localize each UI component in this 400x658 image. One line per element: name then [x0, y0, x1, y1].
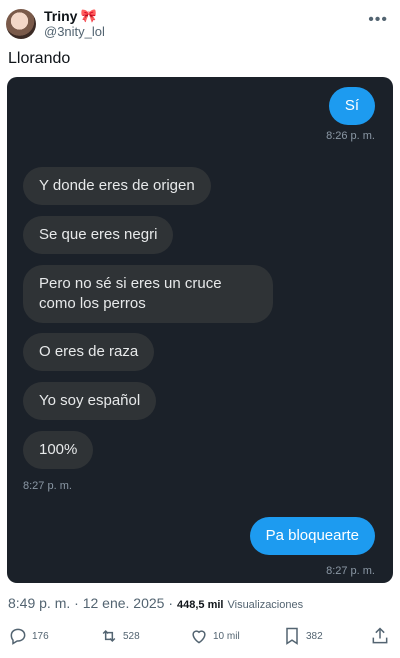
- reply-icon: [10, 628, 26, 645]
- display-name-text[interactable]: Triny: [44, 8, 77, 24]
- attached-chat-screenshot[interactable]: Sí 8:26 p. m. Y donde eres de origen Se …: [7, 77, 393, 583]
- repost-icon: [102, 629, 116, 643]
- outgoing-message: Pa bloquearte: [249, 517, 375, 555]
- incoming-message: 100%: [23, 431, 94, 469]
- user-handle[interactable]: @3nity_lol: [44, 24, 105, 40]
- views-count: 448,5 mil: [177, 599, 224, 611]
- views-label: Visualizaciones: [227, 599, 304, 611]
- share-icon: [372, 627, 388, 644]
- bookmark-button[interactable]: 382: [282, 626, 323, 646]
- like-button[interactable]: 10 mil: [189, 626, 240, 646]
- message-timestamp: 8:26 p. m.: [326, 130, 375, 142]
- heart-icon: [192, 630, 206, 644]
- outgoing-message: Sí: [328, 87, 375, 125]
- action-bar: 176 528 10 mil 382: [0, 626, 400, 650]
- incoming-message: Pero no sé si eres un cruce como los per…: [23, 265, 273, 323]
- user-info[interactable]: Triny 🎀 @3nity_lol: [44, 8, 105, 40]
- incoming-message: O eres de raza: [23, 333, 155, 371]
- incoming-message: Y donde eres de origen: [23, 167, 211, 205]
- bookmark-icon: [286, 627, 298, 645]
- incoming-message: Yo soy español: [23, 382, 157, 420]
- message-timestamp: 8:27 p. m.: [326, 565, 375, 577]
- repost-count: 528: [123, 630, 140, 642]
- tweet-header: Triny 🎀 @3nity_lol •••: [6, 6, 392, 42]
- reply-count: 176: [32, 630, 49, 642]
- like-count: 10 mil: [213, 630, 240, 642]
- display-name[interactable]: Triny 🎀: [44, 8, 105, 24]
- bookmark-count: 382: [306, 630, 323, 642]
- tweet-text: Llorando: [8, 50, 71, 67]
- share-button[interactable]: [370, 626, 390, 646]
- message-timestamp: 8:27 p. m.: [23, 480, 72, 492]
- bow-icon: 🎀: [80, 8, 97, 23]
- more-options-icon[interactable]: •••: [368, 11, 388, 29]
- repost-button[interactable]: 528: [99, 626, 140, 646]
- avatar[interactable]: [6, 9, 36, 39]
- tweet-datetime[interactable]: 8:49 p. m. · 12 ene. 2025 ·: [8, 595, 173, 611]
- reply-button[interactable]: 176: [8, 626, 49, 646]
- tweet-meta: 8:49 p. m. · 12 ene. 2025 · 448,5 mil Vi…: [8, 595, 303, 611]
- incoming-message: Se que eres negri: [23, 216, 174, 254]
